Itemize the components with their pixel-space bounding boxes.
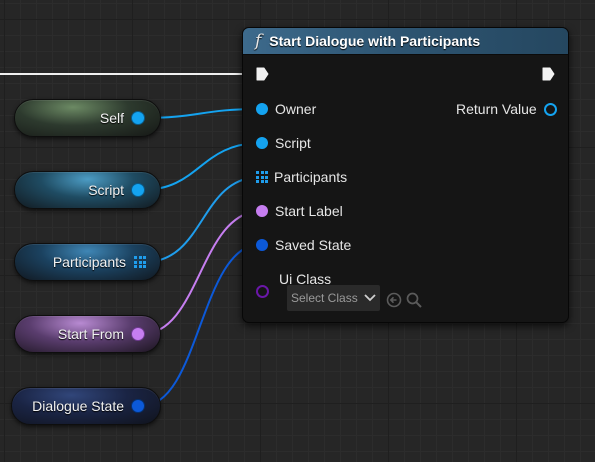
name-pin-icon[interactable] xyxy=(132,328,144,340)
output-pin-return-value[interactable]: Return Value xyxy=(456,101,557,117)
variable-label: Participants xyxy=(52,254,126,270)
input-pin-ui-class[interactable] xyxy=(256,285,269,298)
function-node-title: Start Dialogue with Participants xyxy=(269,33,481,49)
input-pin-saved-state[interactable]: Saved State xyxy=(256,237,351,253)
exec-pin-icon xyxy=(256,67,269,81)
chevron-down-icon xyxy=(364,294,376,302)
function-node[interactable]: f Start Dialogue with Participants Owner… xyxy=(242,27,569,323)
input-pin-owner[interactable]: Owner xyxy=(256,101,316,117)
blueprint-graph-canvas[interactable]: Self Script Participants Start From Dial… xyxy=(0,0,595,462)
input-pin-start-label[interactable]: Start Label xyxy=(256,203,343,219)
class-pin-outline-icon xyxy=(256,285,269,298)
exec-input-pin[interactable] xyxy=(256,67,269,81)
struct-pin-icon[interactable] xyxy=(132,400,144,412)
object-pin-outline-icon xyxy=(543,102,557,116)
variable-label: Self xyxy=(99,110,124,126)
exec-output-pin[interactable] xyxy=(542,67,555,81)
pin-label: Script xyxy=(275,135,311,151)
browse-asset-search-icon[interactable] xyxy=(406,292,422,308)
name-pin-icon xyxy=(256,205,268,217)
function-icon: f xyxy=(255,31,262,51)
variable-node-script[interactable]: Script xyxy=(14,171,161,209)
object-pin-icon[interactable] xyxy=(132,184,144,196)
variable-node-participants[interactable]: Participants xyxy=(14,243,161,281)
variable-label: Start From xyxy=(57,326,124,342)
pin-label: Participants xyxy=(274,169,348,185)
object-pin-icon xyxy=(256,137,268,149)
class-select-dropdown[interactable]: Select Class xyxy=(287,285,380,311)
pin-label: Start Label xyxy=(275,203,343,219)
use-selected-asset-icon[interactable] xyxy=(386,292,402,308)
object-pin-icon xyxy=(256,103,268,115)
variable-node-start-from[interactable]: Start From xyxy=(14,315,161,353)
pin-label: Return Value xyxy=(456,101,537,117)
array-pin-icon[interactable] xyxy=(134,256,146,268)
object-pin-icon[interactable] xyxy=(132,112,144,124)
array-pin-icon xyxy=(256,171,268,183)
class-select-value: Select Class xyxy=(291,291,358,305)
variable-node-dialogue-state[interactable]: Dialogue State xyxy=(11,387,161,425)
variable-label: Dialogue State xyxy=(32,398,124,414)
input-pin-participants[interactable]: Participants xyxy=(256,169,347,185)
input-pin-script[interactable]: Script xyxy=(256,135,311,151)
pin-label: Saved State xyxy=(275,237,352,253)
variable-node-self[interactable]: Self xyxy=(14,99,161,137)
variable-label: Script xyxy=(88,182,124,198)
exec-pin-icon xyxy=(542,67,555,81)
struct-pin-icon xyxy=(256,239,268,251)
function-node-header[interactable]: f Start Dialogue with Participants xyxy=(243,28,568,55)
pin-label: Owner xyxy=(275,101,317,117)
